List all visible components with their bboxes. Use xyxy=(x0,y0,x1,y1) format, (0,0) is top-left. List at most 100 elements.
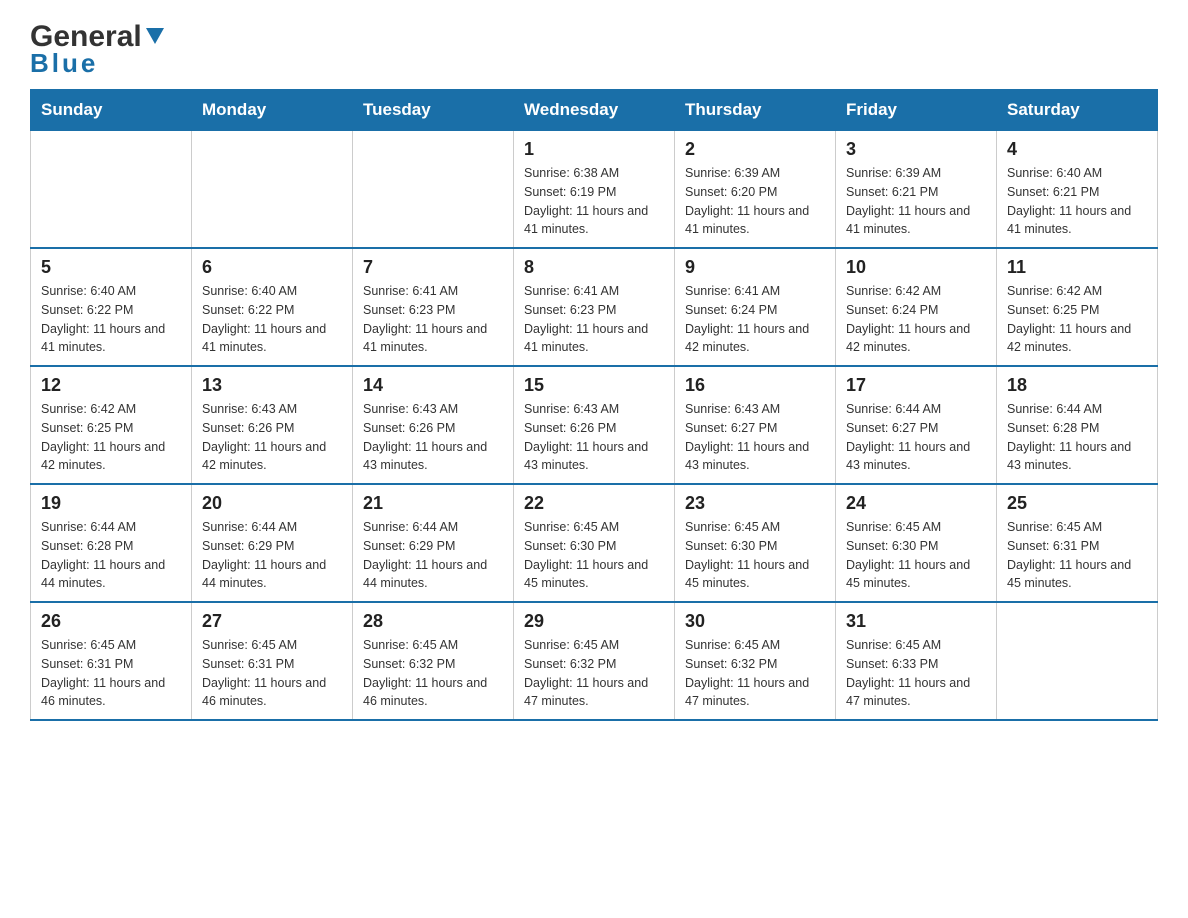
week-row-1: 1 Sunrise: 6:38 AM Sunset: 6:19 PM Daylig… xyxy=(31,131,1158,249)
day-cell xyxy=(353,131,514,249)
day-cell: 25 Sunrise: 6:45 AM Sunset: 6:31 PM Dayli… xyxy=(997,484,1158,602)
header-tuesday: Tuesday xyxy=(353,90,514,131)
day-number: 21 xyxy=(363,493,503,514)
header-sunday: Sunday xyxy=(31,90,192,131)
day-info: Sunrise: 6:43 AM Sunset: 6:26 PM Dayligh… xyxy=(524,400,664,475)
day-info: Sunrise: 6:39 AM Sunset: 6:21 PM Dayligh… xyxy=(846,164,986,239)
day-info: Sunrise: 6:40 AM Sunset: 6:22 PM Dayligh… xyxy=(202,282,342,357)
day-number: 3 xyxy=(846,139,986,160)
day-cell: 14Sunrise: 6:43 AM Sunset: 6:26 PM Dayli… xyxy=(353,366,514,484)
day-number: 1 xyxy=(524,139,664,160)
day-number: 29 xyxy=(524,611,664,632)
day-cell: 15Sunrise: 6:43 AM Sunset: 6:26 PM Dayli… xyxy=(514,366,675,484)
day-info: Sunrise: 6:40 AM Sunset: 6:21 PM Dayligh… xyxy=(1007,164,1147,239)
day-info: Sunrise: 6:42 AM Sunset: 6:25 PM Dayligh… xyxy=(41,400,181,475)
day-number: 31 xyxy=(846,611,986,632)
day-cell: 16 Sunrise: 6:43 AM Sunset: 6:27 PM Dayli… xyxy=(675,366,836,484)
day-cell: 19Sunrise: 6:44 AM Sunset: 6:28 PM Dayli… xyxy=(31,484,192,602)
calendar-header-row: SundayMondayTuesdayWednesdayThursdayFrid… xyxy=(31,90,1158,131)
day-cell: 13 Sunrise: 6:43 AM Sunset: 6:26 PM Dayli… xyxy=(192,366,353,484)
day-number: 11 xyxy=(1007,257,1147,278)
day-info: Sunrise: 6:45 AM Sunset: 6:32 PM Dayligh… xyxy=(524,636,664,711)
week-row-3: 12Sunrise: 6:42 AM Sunset: 6:25 PM Dayli… xyxy=(31,366,1158,484)
day-cell: 5Sunrise: 6:40 AM Sunset: 6:22 PM Daylig… xyxy=(31,248,192,366)
day-number: 2 xyxy=(685,139,825,160)
day-info: Sunrise: 6:45 AM Sunset: 6:31 PM Dayligh… xyxy=(1007,518,1147,593)
day-info: Sunrise: 6:44 AM Sunset: 6:27 PM Dayligh… xyxy=(846,400,986,475)
day-info: Sunrise: 6:45 AM Sunset: 6:32 PM Dayligh… xyxy=(685,636,825,711)
day-cell: 29 Sunrise: 6:45 AM Sunset: 6:32 PM Dayli… xyxy=(514,602,675,720)
header-monday: Monday xyxy=(192,90,353,131)
day-info: Sunrise: 6:39 AM Sunset: 6:20 PM Dayligh… xyxy=(685,164,825,239)
day-info: Sunrise: 6:42 AM Sunset: 6:24 PM Dayligh… xyxy=(846,282,986,357)
day-cell xyxy=(997,602,1158,720)
day-cell: 30Sunrise: 6:45 AM Sunset: 6:32 PM Dayli… xyxy=(675,602,836,720)
day-number: 27 xyxy=(202,611,342,632)
day-cell: 2 Sunrise: 6:39 AM Sunset: 6:20 PM Daylig… xyxy=(675,131,836,249)
day-cell: 11 Sunrise: 6:42 AM Sunset: 6:25 PM Dayli… xyxy=(997,248,1158,366)
week-row-2: 5Sunrise: 6:40 AM Sunset: 6:22 PM Daylig… xyxy=(31,248,1158,366)
day-cell: 6 Sunrise: 6:40 AM Sunset: 6:22 PM Daylig… xyxy=(192,248,353,366)
day-info: Sunrise: 6:43 AM Sunset: 6:26 PM Dayligh… xyxy=(202,400,342,475)
day-cell: 24 Sunrise: 6:45 AM Sunset: 6:30 PM Dayli… xyxy=(836,484,997,602)
day-cell: 21Sunrise: 6:44 AM Sunset: 6:29 PM Dayli… xyxy=(353,484,514,602)
day-info: Sunrise: 6:42 AM Sunset: 6:25 PM Dayligh… xyxy=(1007,282,1147,357)
logo: General Blue xyxy=(30,20,166,79)
header-friday: Friday xyxy=(836,90,997,131)
day-info: Sunrise: 6:38 AM Sunset: 6:19 PM Dayligh… xyxy=(524,164,664,239)
day-number: 4 xyxy=(1007,139,1147,160)
day-info: Sunrise: 6:45 AM Sunset: 6:30 PM Dayligh… xyxy=(846,518,986,593)
day-number: 17 xyxy=(846,375,986,396)
day-info: Sunrise: 6:43 AM Sunset: 6:27 PM Dayligh… xyxy=(685,400,825,475)
calendar-table: SundayMondayTuesdayWednesdayThursdayFrid… xyxy=(30,89,1158,721)
day-number: 28 xyxy=(363,611,503,632)
day-cell: 28Sunrise: 6:45 AM Sunset: 6:32 PM Dayli… xyxy=(353,602,514,720)
day-number: 20 xyxy=(202,493,342,514)
day-number: 13 xyxy=(202,375,342,396)
day-cell: 18 Sunrise: 6:44 AM Sunset: 6:28 PM Dayli… xyxy=(997,366,1158,484)
day-number: 24 xyxy=(846,493,986,514)
day-info: Sunrise: 6:41 AM Sunset: 6:23 PM Dayligh… xyxy=(524,282,664,357)
day-number: 23 xyxy=(685,493,825,514)
day-number: 7 xyxy=(363,257,503,278)
logo-triangle-icon xyxy=(144,24,166,46)
day-number: 6 xyxy=(202,257,342,278)
day-info: Sunrise: 6:44 AM Sunset: 6:28 PM Dayligh… xyxy=(1007,400,1147,475)
day-cell: 1 Sunrise: 6:38 AM Sunset: 6:19 PM Daylig… xyxy=(514,131,675,249)
day-cell: 23Sunrise: 6:45 AM Sunset: 6:30 PM Dayli… xyxy=(675,484,836,602)
day-cell xyxy=(31,131,192,249)
day-cell: 7Sunrise: 6:41 AM Sunset: 6:23 PM Daylig… xyxy=(353,248,514,366)
week-row-5: 26Sunrise: 6:45 AM Sunset: 6:31 PM Dayli… xyxy=(31,602,1158,720)
day-cell: 12Sunrise: 6:42 AM Sunset: 6:25 PM Dayli… xyxy=(31,366,192,484)
header-saturday: Saturday xyxy=(997,90,1158,131)
logo-blue: Blue xyxy=(30,48,98,79)
day-info: Sunrise: 6:45 AM Sunset: 6:31 PM Dayligh… xyxy=(41,636,181,711)
day-info: Sunrise: 6:44 AM Sunset: 6:29 PM Dayligh… xyxy=(202,518,342,593)
day-info: Sunrise: 6:43 AM Sunset: 6:26 PM Dayligh… xyxy=(363,400,503,475)
day-cell: 4 Sunrise: 6:40 AM Sunset: 6:21 PM Daylig… xyxy=(997,131,1158,249)
day-cell: 27 Sunrise: 6:45 AM Sunset: 6:31 PM Dayli… xyxy=(192,602,353,720)
day-cell: 22 Sunrise: 6:45 AM Sunset: 6:30 PM Dayli… xyxy=(514,484,675,602)
day-number: 18 xyxy=(1007,375,1147,396)
day-info: Sunrise: 6:45 AM Sunset: 6:33 PM Dayligh… xyxy=(846,636,986,711)
day-number: 22 xyxy=(524,493,664,514)
day-number: 16 xyxy=(685,375,825,396)
day-cell xyxy=(192,131,353,249)
day-cell: 26Sunrise: 6:45 AM Sunset: 6:31 PM Dayli… xyxy=(31,602,192,720)
day-cell: 10 Sunrise: 6:42 AM Sunset: 6:24 PM Dayli… xyxy=(836,248,997,366)
day-number: 10 xyxy=(846,257,986,278)
day-cell: 8Sunrise: 6:41 AM Sunset: 6:23 PM Daylig… xyxy=(514,248,675,366)
day-cell: 20 Sunrise: 6:44 AM Sunset: 6:29 PM Dayli… xyxy=(192,484,353,602)
week-row-4: 19Sunrise: 6:44 AM Sunset: 6:28 PM Dayli… xyxy=(31,484,1158,602)
day-info: Sunrise: 6:40 AM Sunset: 6:22 PM Dayligh… xyxy=(41,282,181,357)
day-cell: 3 Sunrise: 6:39 AM Sunset: 6:21 PM Daylig… xyxy=(836,131,997,249)
page-header: General Blue xyxy=(30,20,1158,79)
day-cell: 31 Sunrise: 6:45 AM Sunset: 6:33 PM Dayli… xyxy=(836,602,997,720)
day-info: Sunrise: 6:44 AM Sunset: 6:28 PM Dayligh… xyxy=(41,518,181,593)
day-info: Sunrise: 6:45 AM Sunset: 6:31 PM Dayligh… xyxy=(202,636,342,711)
header-thursday: Thursday xyxy=(675,90,836,131)
day-number: 25 xyxy=(1007,493,1147,514)
day-cell: 17 Sunrise: 6:44 AM Sunset: 6:27 PM Dayli… xyxy=(836,366,997,484)
day-info: Sunrise: 6:45 AM Sunset: 6:30 PM Dayligh… xyxy=(524,518,664,593)
day-info: Sunrise: 6:41 AM Sunset: 6:24 PM Dayligh… xyxy=(685,282,825,357)
